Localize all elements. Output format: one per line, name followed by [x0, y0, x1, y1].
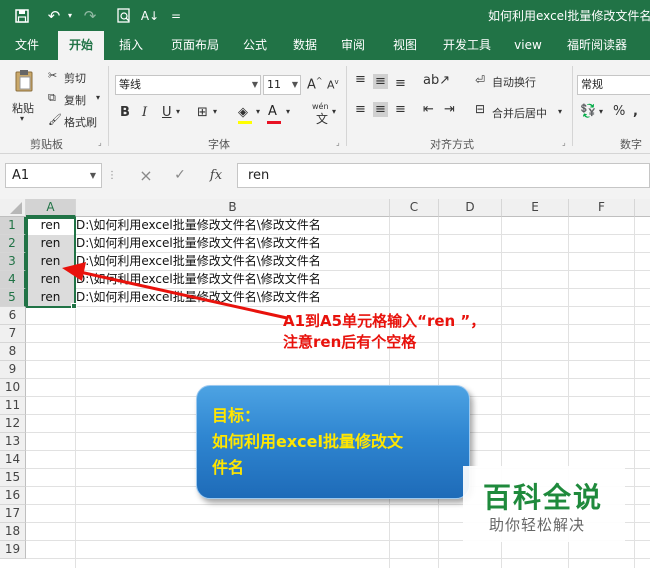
watermark-title: 百科全说 [483, 481, 604, 514]
annotation-note: A1到A5单元格输入“ren ”， 注意ren后有个空格 [283, 311, 485, 353]
excel-window: ↶ ▾ ↷ A↓ = 如何利用excel批量修改文件名.x 文件 开始 插入 页… [0, 0, 650, 568]
goal-text-line1: 如何利用excel批量修改文 [212, 432, 403, 451]
goal-label: 目标： [212, 406, 261, 425]
watermark: 百科全说 助你轻松解决 [463, 466, 625, 542]
goal-callout: 目标： 如何利用excel批量修改文 件名 [196, 385, 470, 499]
goal-text-line2: 件名 [212, 458, 245, 477]
watermark-subtitle: 助你轻松解决 [489, 516, 586, 534]
annotation-note-line2: 注意ren后有个空格 [283, 333, 417, 351]
annotation-note-line1: A1到A5单元格输入“ren ”， [283, 312, 486, 330]
